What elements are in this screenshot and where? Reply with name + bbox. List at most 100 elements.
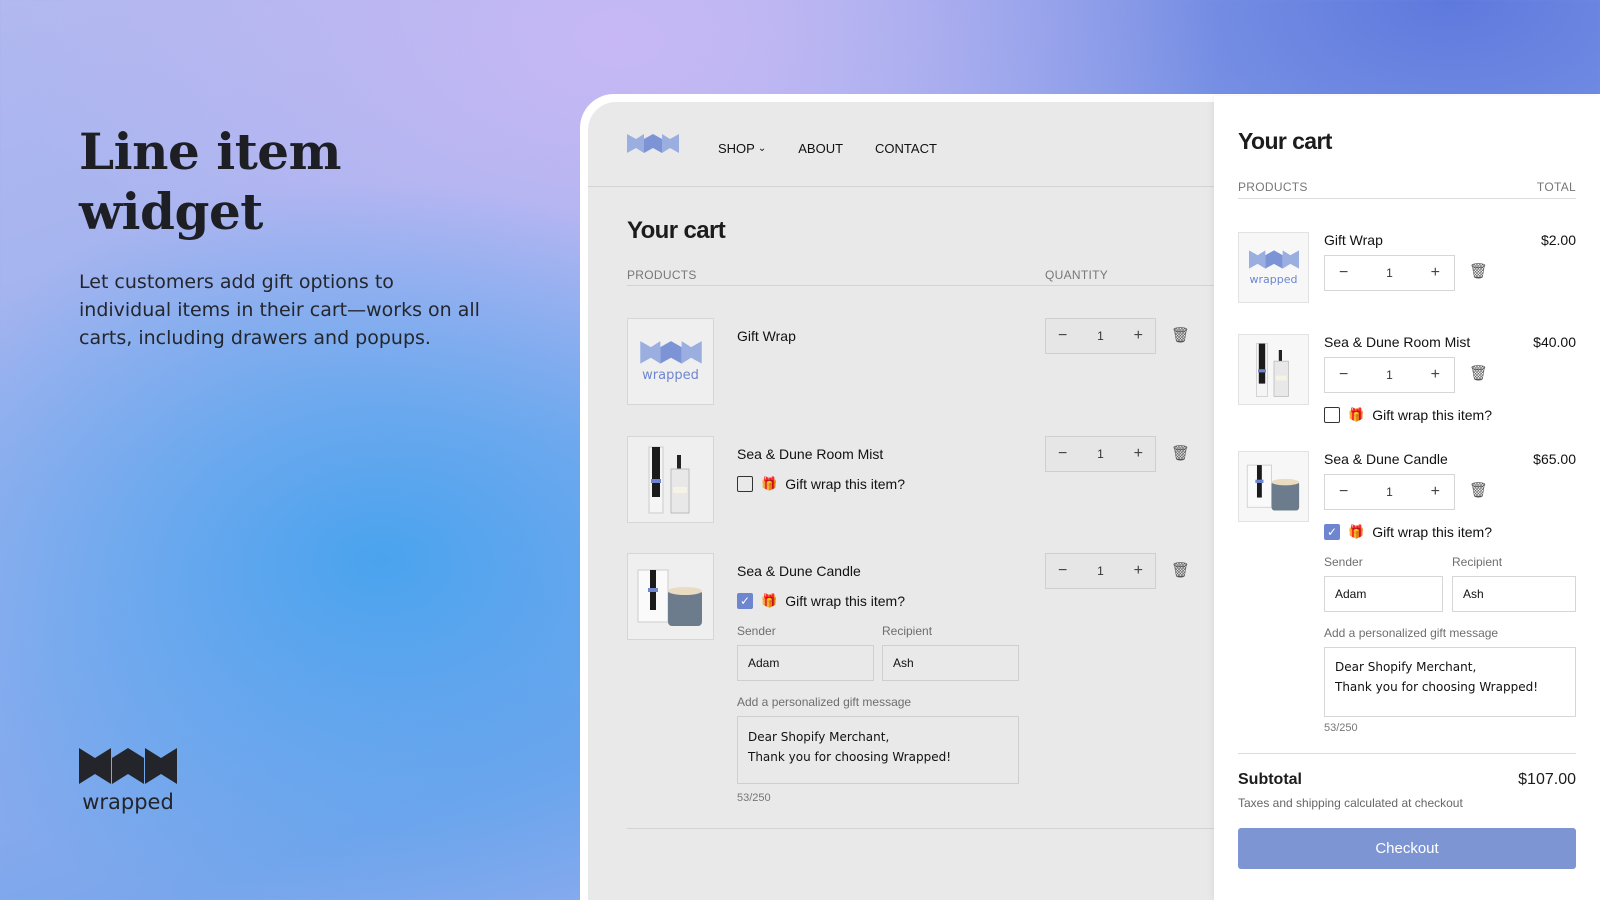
quantity-value[interactable]: 1: [1386, 368, 1393, 382]
quantity-value[interactable]: 1: [1097, 329, 1104, 343]
wrapped-logo-icon: [79, 748, 177, 784]
gift-message-label: Add a personalized gift message: [737, 695, 912, 709]
plus-icon[interactable]: +: [1134, 327, 1143, 345]
quantity-stepper: − 1 +: [1324, 357, 1455, 393]
product-name[interactable]: Sea & Dune Room Mist: [737, 446, 883, 462]
quantity-stepper: − 1 +: [1324, 474, 1455, 510]
gift-icon: 🎁: [761, 593, 778, 608]
gift-wrap-option[interactable]: 🎁 Gift wrap this item?: [737, 476, 905, 492]
nav-contact[interactable]: CONTACT: [875, 141, 937, 156]
gift-wrap-checkbox[interactable]: [737, 476, 753, 492]
gift-message-textarea[interactable]: Dear Shopify Merchant, Thank you for cho…: [1324, 647, 1576, 717]
brand-logo: wrapped: [79, 746, 179, 814]
quantity-stepper: − 1 +: [1324, 255, 1455, 291]
quantity-value[interactable]: 1: [1097, 447, 1104, 461]
trash-icon[interactable]: 🗑: [1469, 364, 1488, 382]
quantity-stepper: − 1 +: [1045, 436, 1156, 472]
quantity-value[interactable]: 1: [1097, 564, 1104, 578]
hero-description: Let customers add gift options to indivi…: [79, 271, 480, 349]
drawer-product-price: $2.00: [1540, 232, 1576, 248]
plus-icon[interactable]: +: [1134, 445, 1143, 463]
quantity-value[interactable]: 1: [1386, 485, 1393, 499]
divider: [627, 828, 1227, 829]
product-name[interactable]: Gift Wrap: [737, 328, 796, 344]
gift-wrap-checkbox[interactable]: ✓: [737, 593, 753, 609]
minus-icon[interactable]: −: [1058, 562, 1067, 580]
subtotal-label: Subtotal: [1238, 771, 1302, 788]
sender-input[interactable]: Adam: [737, 645, 874, 681]
thumb-brand-text: wrapped: [1249, 273, 1298, 286]
product-thumb-gift-wrap[interactable]: wrapped: [627, 318, 714, 405]
trash-icon[interactable]: 🗑: [1171, 444, 1190, 462]
drawer-thumb-candle[interactable]: [1238, 451, 1309, 522]
gift-wrap-label: Gift wrap this item?: [1372, 524, 1493, 540]
gift-wrap-option[interactable]: ✓ 🎁 Gift wrap this item?: [1324, 524, 1492, 540]
minus-icon[interactable]: −: [1058, 445, 1067, 463]
taxes-note: Taxes and shipping calculated at checkou…: [1238, 796, 1463, 810]
minus-icon[interactable]: −: [1339, 264, 1348, 282]
gift-icon: 🎁: [1348, 524, 1365, 539]
trash-icon[interactable]: 🗑: [1469, 262, 1488, 280]
gift-wrap-label: Gift wrap this item?: [785, 593, 906, 609]
divider: [627, 285, 1227, 286]
gift-wrap-label: Gift wrap this item?: [1372, 407, 1493, 423]
sender-input[interactable]: Adam: [1324, 576, 1443, 612]
thumb-brand-text: wrapped: [642, 368, 699, 383]
product-name[interactable]: Sea & Dune Candle: [737, 563, 861, 579]
gift-message-line: Dear Shopify Merchant,: [748, 730, 890, 744]
product-thumb-room-mist[interactable]: [627, 436, 714, 523]
hero-title-line1: Line item: [79, 122, 342, 181]
drawer-thumb-gift-wrap[interactable]: wrapped: [1238, 232, 1309, 303]
drawer-thumb-room-mist[interactable]: [1238, 334, 1309, 405]
drawer-product-name[interactable]: Sea & Dune Room Mist: [1324, 334, 1470, 350]
gift-message-line: Thank you for choosing Wrapped!: [1335, 680, 1539, 694]
gift-wrap-option[interactable]: ✓ 🎁 Gift wrap this item?: [737, 593, 905, 609]
trash-icon[interactable]: 🗑: [1171, 561, 1190, 579]
wrapped-logo-icon: [639, 341, 702, 364]
minus-icon[interactable]: −: [1058, 327, 1067, 345]
checkout-button[interactable]: Checkout: [1238, 828, 1576, 869]
trash-icon[interactable]: 🗑: [1469, 481, 1488, 499]
plus-icon[interactable]: +: [1431, 366, 1440, 384]
product-thumb-candle[interactable]: [627, 553, 714, 640]
drawer-col-products: PRODUCTS: [1238, 180, 1308, 194]
minus-icon[interactable]: −: [1339, 483, 1348, 501]
hero-title: Line item widget: [79, 122, 499, 242]
recipient-label: Recipient: [882, 624, 933, 638]
candle-image: [637, 569, 702, 626]
gift-message-label: Add a personalized gift message: [1324, 626, 1499, 640]
brand-name: wrapped: [82, 790, 174, 814]
plus-icon[interactable]: +: [1431, 483, 1440, 501]
col-products-header: PRODUCTS: [627, 268, 697, 282]
recipient-input[interactable]: Ash: [882, 645, 1019, 681]
store-nav: SHOP ⌄ ABOUT CONTACT: [718, 141, 937, 156]
nav-shop[interactable]: SHOP ⌄: [718, 141, 766, 156]
trash-icon[interactable]: 🗑: [1171, 326, 1190, 344]
store-cart-title: Your cart: [627, 217, 726, 244]
gift-wrap-option[interactable]: 🎁 Gift wrap this item?: [1324, 407, 1492, 423]
recipient-label: Recipient: [1452, 555, 1503, 569]
hero-title-line2: widget: [79, 182, 263, 241]
plus-icon[interactable]: +: [1134, 562, 1143, 580]
wrapped-logo-icon: [1248, 250, 1299, 269]
gift-wrap-checkbox[interactable]: ✓: [1324, 524, 1340, 540]
drawer-product-name[interactable]: Gift Wrap: [1324, 232, 1383, 248]
cart-drawer: Your cart PRODUCTS TOTAL wrapped Gift Wr…: [1214, 96, 1600, 900]
drawer-title: Your cart: [1238, 128, 1332, 154]
recipient-input[interactable]: Ash: [1452, 576, 1576, 612]
col-quantity-header: QUANTITY: [1045, 268, 1109, 282]
plus-icon[interactable]: +: [1431, 264, 1440, 282]
gift-message-line: Dear Shopify Merchant,: [1335, 660, 1477, 674]
gift-wrap-checkbox[interactable]: [1324, 407, 1340, 423]
subtotal-value: $107.00: [1518, 771, 1576, 788]
drawer-product-name[interactable]: Sea & Dune Candle: [1324, 451, 1448, 467]
character-counter: 53/250: [737, 792, 771, 804]
quantity-stepper: − 1 +: [1045, 318, 1156, 354]
sender-label: Sender: [1324, 555, 1363, 569]
gift-message-textarea[interactable]: Dear Shopify Merchant, Thank you for cho…: [737, 716, 1019, 784]
store-logo-icon[interactable]: [627, 133, 679, 157]
minus-icon[interactable]: −: [1339, 366, 1348, 384]
quantity-value[interactable]: 1: [1386, 266, 1393, 280]
nav-about[interactable]: ABOUT: [798, 141, 843, 156]
sender-label: Sender: [737, 624, 776, 638]
